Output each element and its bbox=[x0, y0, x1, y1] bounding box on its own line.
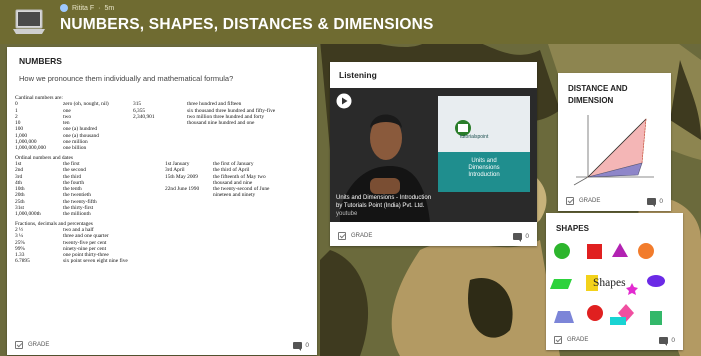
shapes-card[interactable]: SHAPES Shapes GRADE 0 bbox=[546, 213, 683, 350]
card-title: NUMBERS bbox=[19, 56, 62, 66]
card-footer: GRADE 0 bbox=[7, 335, 317, 355]
comment-count: 0 bbox=[305, 341, 309, 349]
play-icon[interactable] bbox=[336, 93, 352, 109]
card-footer: GRADE 0 bbox=[330, 226, 537, 246]
grade-label[interactable]: GRADE bbox=[351, 233, 372, 239]
table-cell: one billion bbox=[63, 145, 87, 152]
listening-card[interactable]: Listening tutorialspoint Units and Dimen… bbox=[330, 62, 537, 246]
grade-label[interactable]: GRADE bbox=[579, 198, 600, 204]
post-meta: Ritita F · 5m bbox=[60, 4, 114, 12]
comment-icon bbox=[293, 341, 303, 351]
card-footer: GRADE 0 bbox=[546, 330, 683, 350]
table-cell: 1,000,000,000 bbox=[15, 145, 46, 152]
numbers-card[interactable]: NUMBERS How we pronounce them individual… bbox=[7, 47, 317, 355]
ordinal-table: 1st the first 1st January the first of Janu… bbox=[15, 161, 315, 218]
distance-card[interactable]: DISTANCE AND DIMENSION GRADE 0 bbox=[558, 73, 671, 211]
comments-button[interactable]: 0 bbox=[647, 197, 663, 207]
comment-count: 0 bbox=[659, 197, 663, 205]
page-title: NUMBERS, SHAPES, DISTANCES & DIMENSIONS bbox=[60, 16, 434, 33]
card-title: Listening bbox=[339, 70, 377, 80]
grade-label[interactable]: GRADE bbox=[28, 342, 49, 348]
comments-button[interactable]: 0 bbox=[659, 336, 675, 346]
avatar bbox=[60, 4, 68, 12]
author-name[interactable]: Ritita F bbox=[72, 5, 94, 12]
card-footer: GRADE 0 bbox=[558, 191, 671, 211]
comments-button[interactable]: 0 bbox=[513, 232, 529, 242]
video-thumbnail[interactable]: tutorialspoint Units and Dimensions Intr… bbox=[330, 88, 537, 222]
comment-count: 0 bbox=[525, 232, 529, 240]
grade-label[interactable]: GRADE bbox=[567, 337, 588, 343]
slide-text: Units and Dimensions Introduction bbox=[468, 158, 500, 178]
comments-button[interactable]: 0 bbox=[293, 341, 309, 351]
laptop-icon bbox=[13, 9, 45, 34]
card-title: SHAPES bbox=[556, 224, 589, 233]
table-cell: the millionth bbox=[63, 211, 91, 218]
video-source: youtube bbox=[336, 211, 358, 217]
checkmark-icon bbox=[338, 232, 346, 240]
video-channel: by Tutorials Point (India) Pvt. Ltd. bbox=[336, 203, 425, 209]
comment-icon bbox=[513, 232, 523, 242]
post-time: 5m bbox=[104, 4, 115, 12]
card-subtitle: How we pronounce them individually and m… bbox=[19, 74, 234, 83]
checkmark-icon bbox=[15, 341, 23, 349]
slide-brand: tutorialspoint bbox=[460, 134, 489, 140]
video-caption: Units and Dimensions - Introduction by T… bbox=[336, 194, 431, 218]
table-row: 1,000,000th the millionth bbox=[15, 211, 315, 217]
fractions-table: 2 ½ two and a half 3 ¼ three and one quarte… bbox=[15, 227, 315, 265]
table-cell: six point seven eight nine five bbox=[63, 258, 128, 265]
comment-icon bbox=[647, 197, 657, 207]
stream-header: Ritita F · 5m NUMBERS, SHAPES, DISTANCES… bbox=[0, 0, 701, 44]
table-row: 1,000,000,000 one billion bbox=[15, 145, 315, 151]
card-title: DISTANCE AND DIMENSION bbox=[568, 84, 628, 105]
checkmark-icon bbox=[554, 336, 562, 344]
comment-count: 0 bbox=[671, 336, 675, 344]
table-cell: 1,000,000th bbox=[15, 211, 41, 218]
numbers-document: Cardinal numbers are: 0 zero (oh, nought,… bbox=[15, 95, 315, 265]
table-row: 6.7895 six point seven eight nine five bbox=[15, 258, 315, 264]
table-cell: 6.7895 bbox=[15, 258, 30, 265]
cardinal-table: 0 zero (oh, nought, nil) 315 three hundred … bbox=[15, 101, 315, 151]
dimension-diagram[interactable] bbox=[568, 111, 660, 187]
video-title[interactable]: Units and Dimensions - Introduction bbox=[336, 194, 431, 202]
comment-icon bbox=[659, 336, 669, 346]
shapes-word: Shapes bbox=[593, 277, 626, 289]
checkmark-icon bbox=[566, 197, 574, 205]
